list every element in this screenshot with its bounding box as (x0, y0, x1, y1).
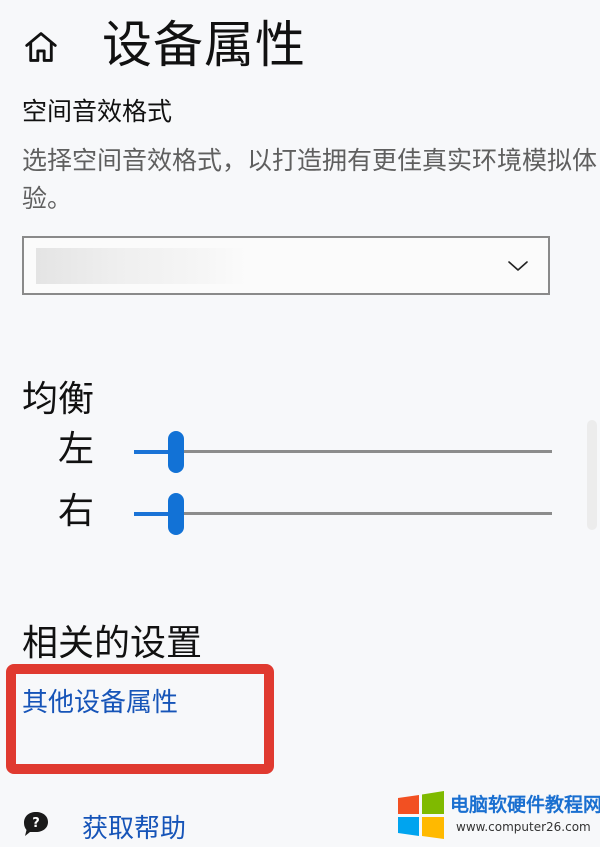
balance-title: 均衡 (22, 379, 95, 420)
svg-text:?: ? (32, 816, 40, 831)
home-icon[interactable] (22, 28, 60, 66)
slider-thumb[interactable] (168, 431, 184, 473)
slider-thumb[interactable] (168, 493, 184, 535)
page-title: 设备属性 (102, 16, 306, 74)
right-channel-label: 右 (58, 491, 95, 532)
help-chat-icon: ? (24, 812, 48, 836)
spatial-sound-description: 选择空间音效格式，以打造拥有更佳真实环境模拟体验。 (22, 146, 598, 213)
get-help-link[interactable]: 获取帮助 (82, 812, 186, 846)
spatial-sound-dropdown[interactable] (22, 236, 550, 295)
windows-logo-icon (398, 791, 444, 839)
left-balance-slider[interactable] (134, 428, 552, 476)
slider-track[interactable] (134, 450, 552, 453)
watermark-url: www.computer26.com (456, 820, 591, 834)
chevron-down-icon (508, 261, 528, 271)
watermark-text: 电脑软硬件教程网 (450, 794, 600, 816)
right-balance-slider[interactable] (134, 490, 552, 538)
related-settings-title: 相关的设置 (22, 623, 203, 664)
slider-track[interactable] (134, 512, 552, 515)
other-device-properties-link[interactable]: 其他设备属性 (22, 686, 178, 720)
spatial-sound-label: 空间音效格式 (22, 97, 173, 126)
left-channel-label: 左 (58, 429, 95, 470)
scrollbar[interactable] (587, 420, 597, 530)
dropdown-selected-value (36, 248, 246, 284)
